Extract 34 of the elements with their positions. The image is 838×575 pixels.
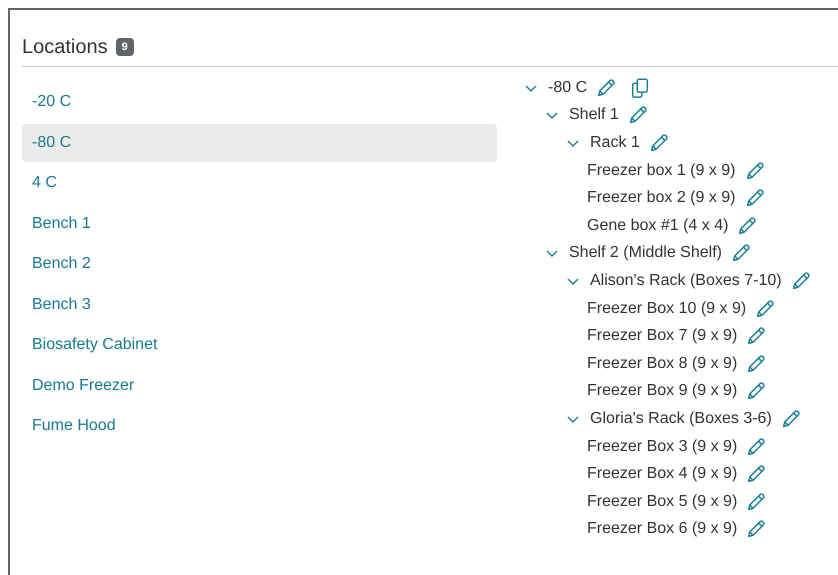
- tree-item-label[interactable]: Gloria's Rack (Boxes 3-6): [590, 406, 772, 431]
- pencil-icon[interactable]: [754, 298, 776, 320]
- tree-item-label[interactable]: Rack 1: [590, 130, 640, 155]
- location-item[interactable]: Fume Hood: [22, 407, 497, 445]
- pencil-icon[interactable]: [736, 214, 758, 237]
- pencil-icon[interactable]: [745, 436, 768, 458]
- tree-item-label[interactable]: -80 C: [548, 76, 588, 100]
- count-badge: 9: [116, 38, 134, 56]
- tree-item-label[interactable]: Alison's Rack (Boxes 7-10): [590, 268, 782, 293]
- tree-item-label[interactable]: Freezer Box 4 (9 x 9): [587, 462, 738, 486]
- location-item[interactable]: Bench 2: [22, 245, 497, 283]
- tree-item-label[interactable]: Freezer box 1 (9 x 9): [587, 158, 736, 183]
- tree-item-label[interactable]: Freezer Box 10 (9 x 9): [587, 296, 746, 321]
- pencil-icon[interactable]: [595, 76, 618, 99]
- location-item[interactable]: Bench 1: [22, 204, 497, 242]
- location-item[interactable]: 4 C: [22, 164, 497, 202]
- tree-item-label[interactable]: Freezer Box 3 (9 x 9): [587, 434, 738, 459]
- tree-item-label[interactable]: Freezer Box 9 (9 x 9): [587, 379, 738, 404]
- pencil-icon[interactable]: [745, 490, 768, 513]
- tree-item-label[interactable]: Freezer Box 6 (9 x 9): [587, 517, 738, 542]
- tree-item-label[interactable]: Freezer Box 7 (9 x 9): [587, 324, 738, 348]
- location-item[interactable]: Demo Freezer: [22, 366, 497, 404]
- location-item[interactable]: Biosafety Cabinet: [22, 326, 497, 364]
- tree-item-label[interactable]: Shelf 1: [569, 103, 619, 128]
- tree-item-label[interactable]: Freezer box 2 (9 x 9): [587, 186, 736, 210]
- tree-item-label[interactable]: Gene box #1 (4 x 4): [587, 214, 728, 238]
- pencil-icon[interactable]: [745, 352, 768, 375]
- location-item[interactable]: -20 C: [22, 83, 497, 121]
- tree-item-label[interactable]: Shelf 2 (Middle Shelf): [569, 241, 722, 266]
- location-item[interactable]: -80 C: [22, 124, 497, 162]
- section-title: Locations: [22, 35, 108, 60]
- tree-item-label[interactable]: Freezer Box 8 (9 x 9): [587, 352, 738, 376]
- tree-item-label[interactable]: Freezer Box 5 (9 x 9): [587, 490, 738, 514]
- location-item[interactable]: Bench 3: [22, 286, 497, 324]
